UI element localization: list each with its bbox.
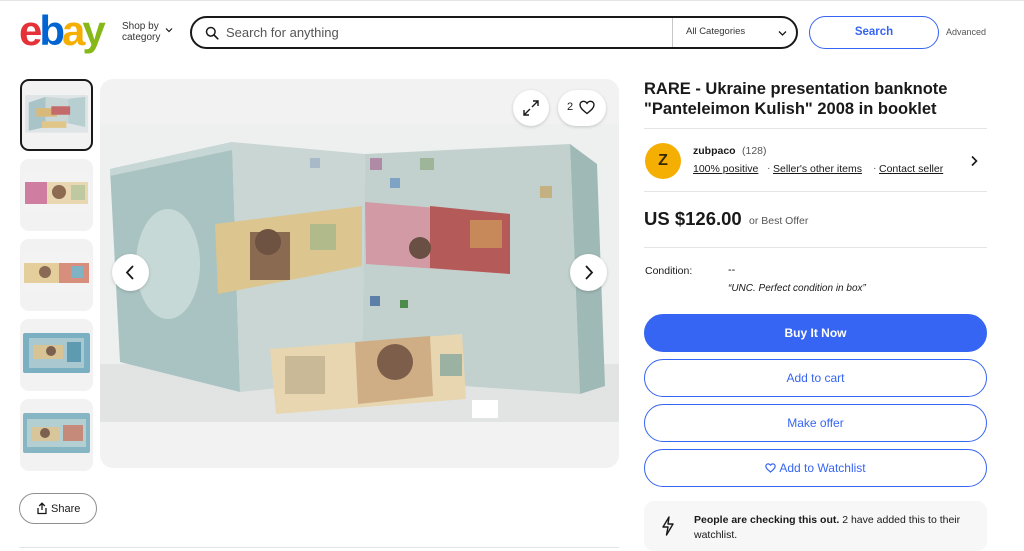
logo-letter: b <box>39 7 65 54</box>
seller-name-link[interactable]: zubpaco <box>693 145 736 157</box>
add-to-watchlist-button[interactable]: Add to Watchlist <box>644 449 987 487</box>
heart-icon <box>579 100 595 115</box>
main-product-image[interactable] <box>100 124 619 422</box>
separator: · <box>873 162 877 174</box>
thumbnail-image <box>25 95 88 133</box>
notice-bold: People are checking this out. <box>694 514 840 526</box>
chevron-right-icon <box>585 265 594 280</box>
seller-positive-link[interactable]: 100% positive <box>693 163 758 175</box>
thumbnail-image <box>23 333 90 373</box>
seller-avatar[interactable]: Z <box>645 143 681 179</box>
thumbnail-image <box>23 253 90 293</box>
category-label: category <box>122 32 161 43</box>
item-title: RARE - Ukraine presentation banknote "Pa… <box>644 80 948 118</box>
ebay-logo[interactable]: ebay <box>19 10 106 52</box>
seller-feedback-count: (128) <box>742 145 767 157</box>
best-offer-label: or Best Offer <box>749 215 809 227</box>
divider <box>644 191 987 192</box>
expand-image-button[interactable] <box>513 90 549 126</box>
search-button[interactable]: Search <box>809 16 939 49</box>
search-input[interactable] <box>226 22 666 43</box>
divider <box>19 547 619 548</box>
chevron-down-icon <box>778 31 787 36</box>
watchers-notice: People are checking this out. 2 have add… <box>644 501 987 551</box>
category-select[interactable]: All Categories <box>686 26 745 37</box>
search-icon <box>205 26 219 40</box>
separator: · <box>767 162 771 174</box>
buy-it-now-button[interactable]: Buy It Now <box>644 314 987 352</box>
chevron-left-icon <box>125 265 134 280</box>
thumbnail-image <box>23 413 90 453</box>
add-to-watchlist-label: Add to Watchlist <box>779 461 866 475</box>
thumbnail-2[interactable] <box>20 159 93 231</box>
chevron-down-icon <box>165 28 173 33</box>
expand-icon <box>523 100 539 116</box>
thumbnail-1[interactable] <box>20 79 93 151</box>
top-border <box>0 0 1024 1</box>
shop-by-category-button[interactable]: Shop by category <box>122 21 160 43</box>
thumbnail-image <box>23 173 90 213</box>
watch-button[interactable]: 2 <box>558 90 606 126</box>
condition-label: Condition: <box>645 265 693 277</box>
condition-description: “UNC. Perfect condition in box” <box>728 283 866 294</box>
thumbnail-4[interactable] <box>20 319 93 391</box>
search-bar: All Categories <box>190 16 798 49</box>
divider <box>644 247 987 248</box>
thumbnail-3[interactable] <box>20 239 93 311</box>
advanced-search-link[interactable]: Advanced <box>946 27 986 37</box>
seller-other-items-link[interactable]: Seller's other items <box>773 163 862 175</box>
share-icon <box>37 502 47 515</box>
logo-letter: a <box>62 7 85 54</box>
watch-count: 2 <box>567 101 574 113</box>
shop-by-label: Shop by <box>122 21 159 32</box>
add-to-cart-button[interactable]: Add to cart <box>644 359 987 397</box>
heart-icon <box>765 463 777 473</box>
previous-image-button[interactable] <box>112 254 149 291</box>
share-button[interactable]: Share <box>19 493 97 524</box>
make-offer-button[interactable]: Make offer <box>644 404 987 442</box>
next-image-button[interactable] <box>570 254 607 291</box>
notice-text: People are checking this out. 2 have add… <box>694 513 974 543</box>
lightning-icon <box>662 516 674 536</box>
chevron-right-icon[interactable] <box>969 155 979 167</box>
logo-letter: e <box>19 7 42 54</box>
item-price: US $126.00 <box>644 208 742 229</box>
search-divider <box>672 18 673 47</box>
logo-letter: y <box>82 7 105 54</box>
divider <box>644 128 987 129</box>
contact-seller-link[interactable]: Contact seller <box>879 163 943 175</box>
share-label: Share <box>51 503 81 515</box>
condition-value: -- <box>728 264 736 276</box>
thumbnail-5[interactable] <box>20 399 93 471</box>
